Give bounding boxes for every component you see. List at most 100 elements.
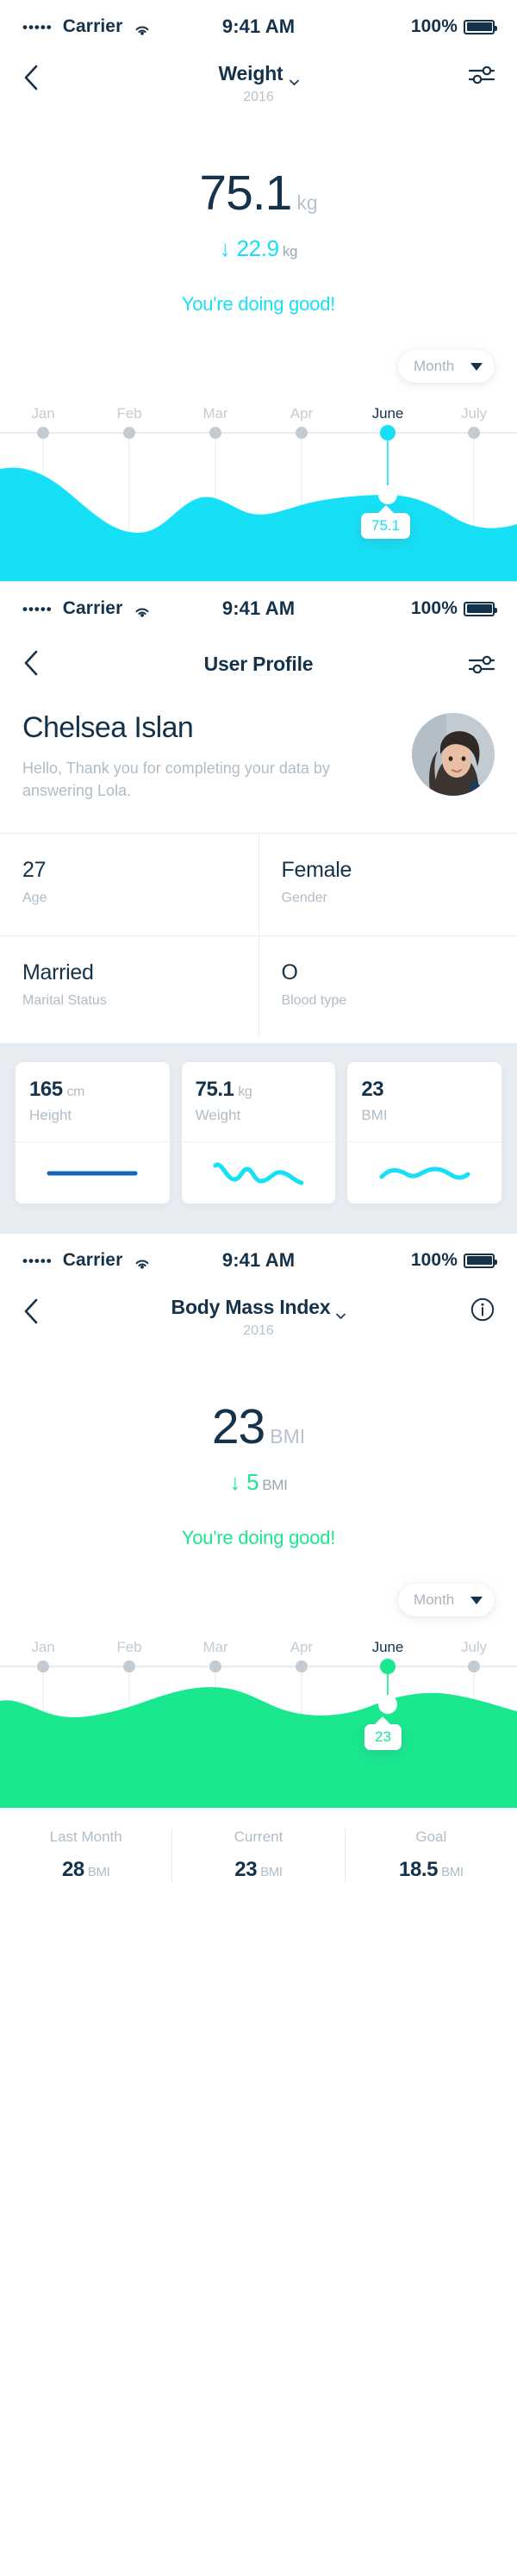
chevron-left-icon xyxy=(24,65,38,91)
battery-full-icon xyxy=(464,1253,497,1268)
range-selector-month[interactable]: Month xyxy=(398,1584,495,1617)
info-circle-icon xyxy=(470,1297,495,1322)
stat-value-row: 18.5 BMI xyxy=(346,1858,517,1882)
weight-delta-value: 22.9 xyxy=(236,235,279,261)
weight-title-dropdown[interactable]: Weight xyxy=(218,62,299,85)
bmi-chart-base-fill xyxy=(0,1770,517,1809)
profile-navbar: User Profile xyxy=(0,635,517,684)
back-button[interactable] xyxy=(22,1296,60,1329)
bmi-encouragement: You're doing good! xyxy=(181,1527,336,1549)
bmi-month-tabs: Jan Feb Mar Apr June July xyxy=(0,1639,517,1656)
bmi-chart-tooltip: 23 xyxy=(364,1716,402,1751)
status-left: ••••• Carrier xyxy=(22,598,222,619)
clock-label: 9:41 AM xyxy=(221,1249,296,1272)
page-title: User Profile xyxy=(203,652,314,675)
weight-unit: kg xyxy=(296,191,318,214)
month-tab-mar[interactable]: Mar xyxy=(172,1639,258,1656)
metric-card-top: 165 cm Height xyxy=(16,1062,170,1141)
status-right: 100% xyxy=(295,598,497,619)
bmi-area-chart[interactable]: 23 xyxy=(0,1656,517,1771)
wifi-icon xyxy=(133,1254,152,1269)
month-tab-july[interactable]: July xyxy=(431,405,517,422)
wifi-icon xyxy=(133,20,152,35)
month-tab-apr[interactable]: Apr xyxy=(258,405,345,422)
stat-last-month: Last Month 28 BMI xyxy=(0,1829,171,1882)
avatar[interactable] xyxy=(412,713,495,796)
info-cell-gender: Female Gender xyxy=(258,834,517,936)
metric-card-bmi[interactable]: 23 BMI xyxy=(347,1062,502,1204)
range-selector-label: Month xyxy=(414,1591,455,1609)
screen-weight: ••••• Carrier 9:41 AM 100% Weight 2016 7… xyxy=(0,0,517,582)
caret-down-icon xyxy=(470,1596,483,1604)
metric-card-height[interactable]: 165 cm Height xyxy=(16,1062,170,1204)
carrier-label: Carrier xyxy=(62,16,123,36)
month-tab-jan[interactable]: Jan xyxy=(0,1639,86,1656)
weight-navbar: Weight 2016 xyxy=(0,53,517,119)
metric-label: Height xyxy=(29,1107,72,1124)
weight-delta: ↓ 22.9 kg xyxy=(0,235,517,262)
metric-card-weight[interactable]: 75.1 kg Weight xyxy=(181,1062,336,1204)
profile-info-grid: 27 Age Female Gender Married Marital Sta… xyxy=(0,833,517,1039)
metric-card-top: 75.1 kg Weight xyxy=(182,1062,336,1141)
page-subtitle: 2016 xyxy=(243,90,274,104)
status-left: ••••• Carrier xyxy=(22,1250,222,1271)
info-cell-marital-status: Married Marital Status xyxy=(0,936,258,1038)
month-tab-june[interactable]: June xyxy=(345,405,431,422)
stat-label: Last Month xyxy=(49,1829,122,1846)
flat-line-icon xyxy=(47,1171,138,1176)
month-tab-feb[interactable]: Feb xyxy=(86,405,172,422)
settings-button[interactable] xyxy=(457,62,495,86)
metric-value: 23 xyxy=(361,1078,384,1102)
battery-percent-label: 100% xyxy=(410,16,458,36)
settings-button[interactable] xyxy=(457,652,495,676)
carrier-label: Carrier xyxy=(62,1250,123,1271)
screen-body-mass-index: ••••• Carrier 9:41 AM 100% Body Mass Ind… xyxy=(0,1234,517,1907)
stat-label: Goal xyxy=(415,1829,447,1846)
weight-delta-unit: kg xyxy=(282,243,298,259)
stat-value: 23 xyxy=(234,1858,258,1882)
metric-sparkline-bmi xyxy=(347,1141,502,1204)
back-button[interactable] xyxy=(22,62,60,96)
info-value: Female xyxy=(281,858,352,883)
range-selector-label: Month xyxy=(414,358,455,374)
range-selector-month[interactable]: Month xyxy=(398,350,495,383)
status-right: 100% xyxy=(295,16,497,37)
bmi-title-dropdown[interactable]: Body Mass Index xyxy=(171,1296,346,1319)
signal-dots-icon: ••••• xyxy=(22,1252,53,1269)
info-label: Gender xyxy=(281,891,327,906)
month-tab-june[interactable]: June xyxy=(345,1639,431,1656)
screen-user-profile: ••••• Carrier 9:41 AM 100% User Profile xyxy=(0,582,517,1235)
metric-value-row: 165 cm xyxy=(29,1078,156,1102)
weight-area-chart[interactable]: 75.1 xyxy=(0,422,517,552)
info-label: Age xyxy=(22,891,47,906)
month-tab-mar[interactable]: Mar xyxy=(172,405,258,422)
stat-current: Current 23 BMI xyxy=(171,1829,344,1883)
info-label: Marital Status xyxy=(22,993,107,1009)
battery-full-icon xyxy=(464,601,497,616)
info-value: 27 xyxy=(22,858,47,883)
month-tab-jan[interactable]: Jan xyxy=(0,405,86,422)
stat-goal: Goal 18.5 BMI xyxy=(344,1829,517,1883)
weight-hero: 75.1 kg ↓ 22.9 kg You're doing good! xyxy=(0,169,517,316)
month-tab-feb[interactable]: Feb xyxy=(86,1639,172,1656)
metric-label: BMI xyxy=(361,1107,388,1124)
profile-header: Chelsea Islan Hello, Thank you for compl… xyxy=(0,684,517,802)
chevron-down-icon xyxy=(289,69,299,85)
chevron-down-icon xyxy=(336,1303,346,1319)
back-button[interactable] xyxy=(22,647,60,681)
bmi-hero: 23 BMI ↓ 5 BMI You're doing good! xyxy=(0,1403,517,1549)
info-button[interactable] xyxy=(457,1296,495,1322)
stat-label: Current xyxy=(234,1829,283,1846)
status-left: ••••• Carrier xyxy=(22,16,222,37)
wavy-line-icon xyxy=(379,1166,470,1180)
status-bar: ••••• Carrier 9:41 AM 100% xyxy=(0,582,517,635)
avatar-photo xyxy=(412,713,495,796)
info-value: Married xyxy=(22,960,94,985)
month-tab-apr[interactable]: Apr xyxy=(258,1639,345,1656)
metric-value: 165 xyxy=(29,1078,63,1102)
month-tab-july[interactable]: July xyxy=(431,1639,517,1656)
wavy-line-icon xyxy=(213,1162,304,1185)
stat-unit: BMI xyxy=(87,1865,110,1880)
battery-full-icon xyxy=(464,19,497,34)
weight-value: 75.1 xyxy=(199,166,292,221)
